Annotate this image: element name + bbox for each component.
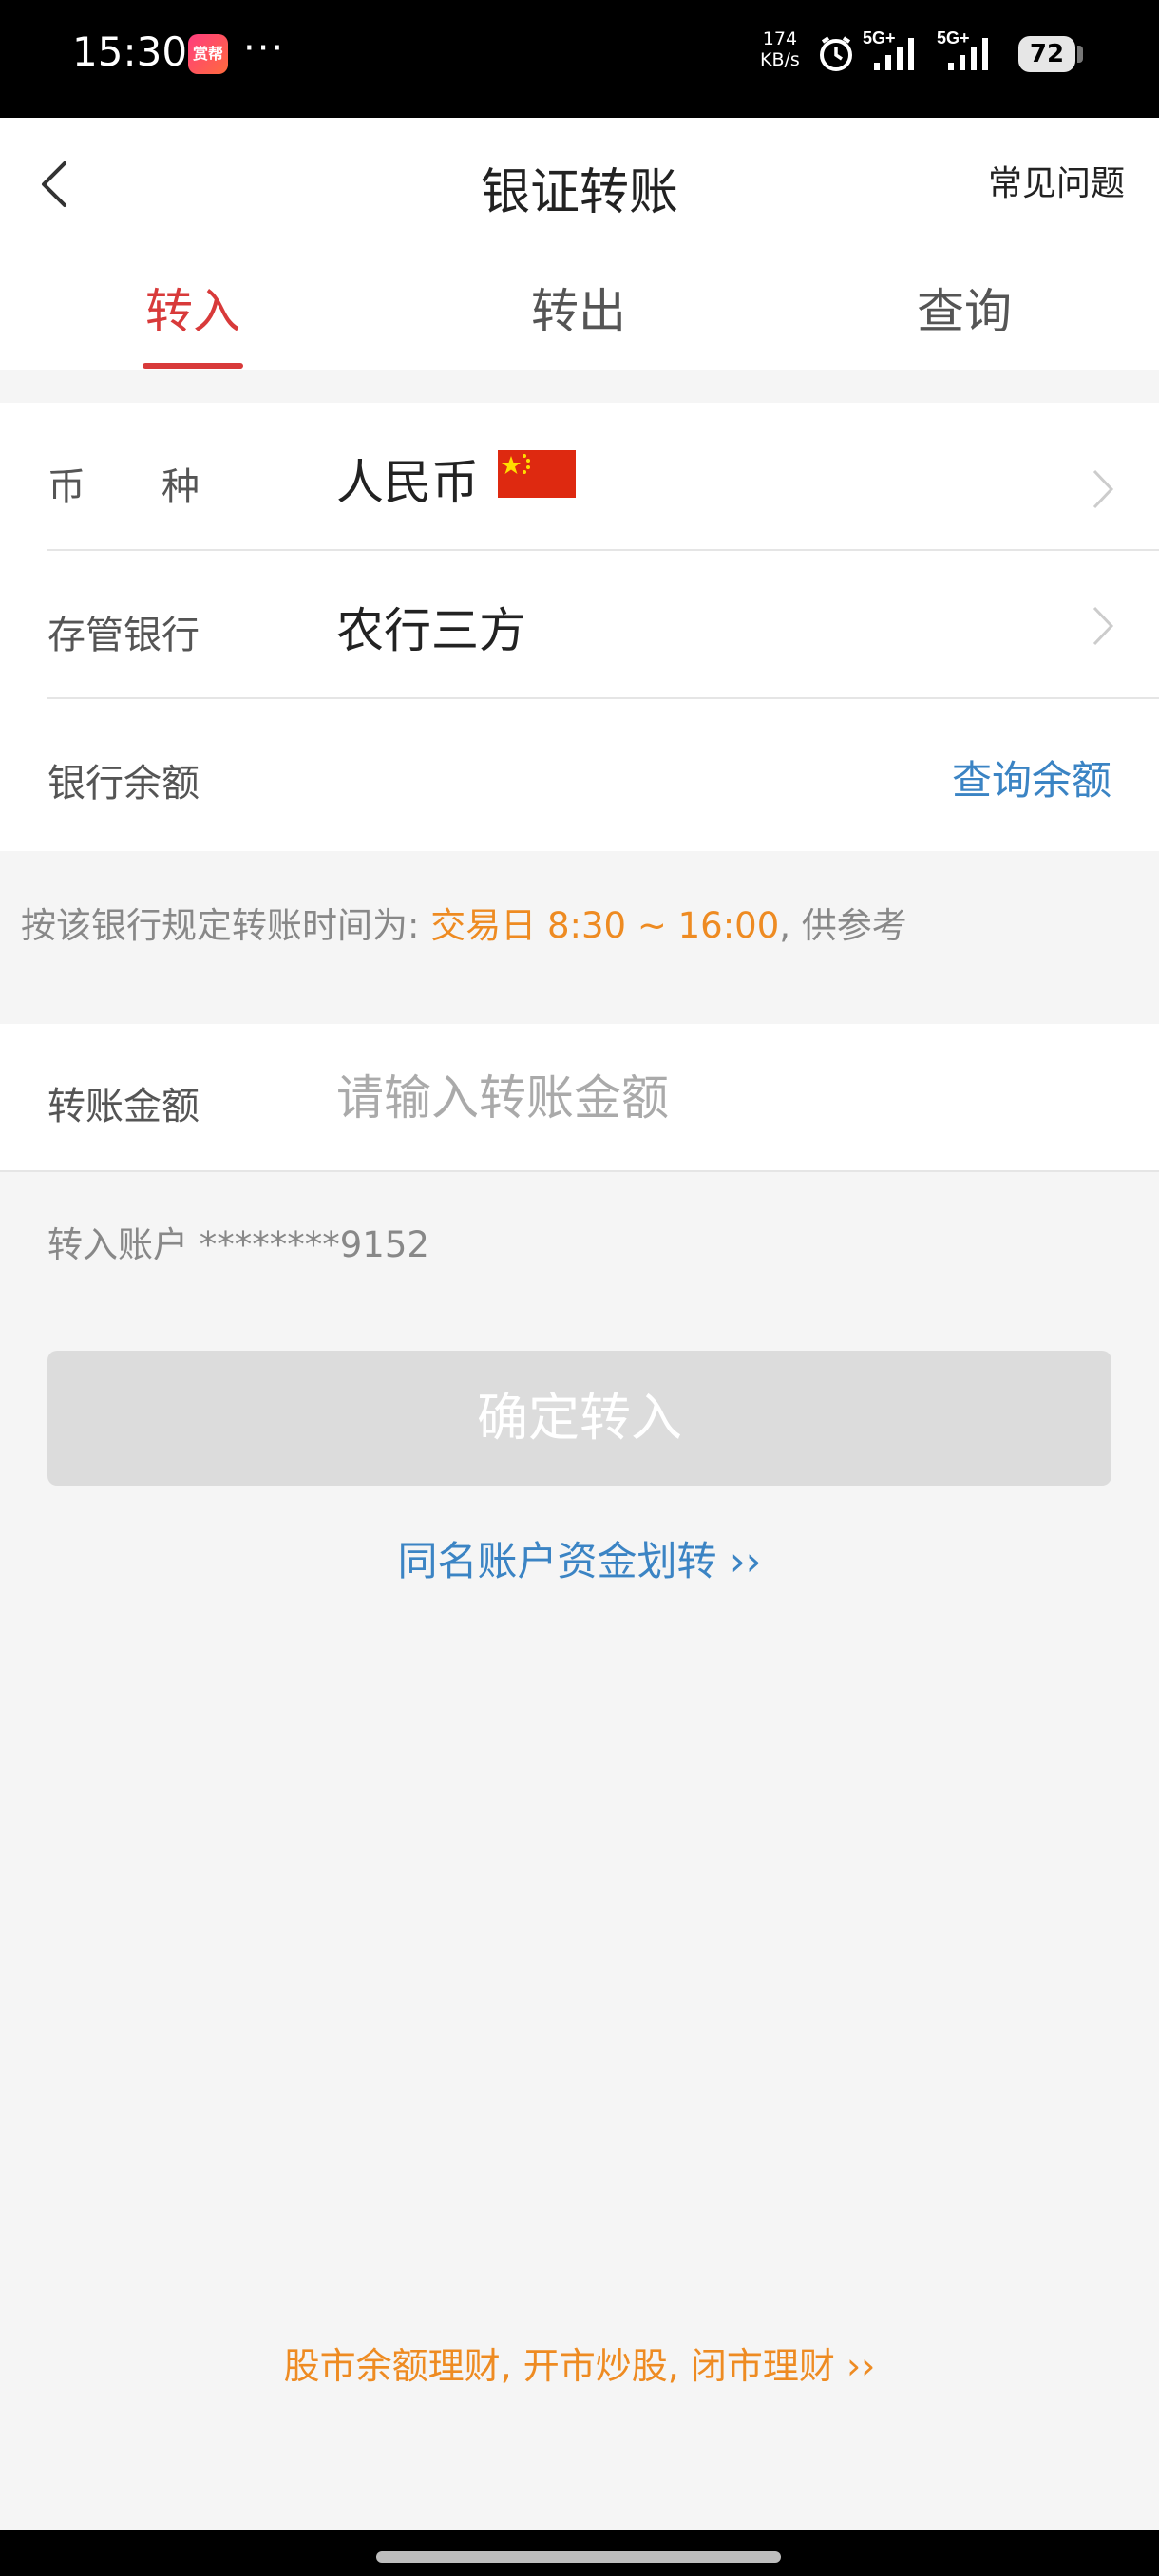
amount-input[interactable] xyxy=(336,1062,1096,1134)
network-speed-unit: KB/s xyxy=(760,49,800,70)
signal-label: 5G+ xyxy=(863,28,896,47)
page-title: 银证转账 xyxy=(480,164,678,221)
active-tab-indicator xyxy=(142,363,243,369)
amount-row: 转账金额 xyxy=(0,1024,1159,1172)
currency-value: 人民币 xyxy=(336,455,479,510)
tab-bar: 转入 转出 查询 xyxy=(0,251,1159,370)
amount-label: 转账金额 xyxy=(48,1085,200,1128)
battery-tip xyxy=(1077,46,1083,63)
china-flag-icon xyxy=(498,450,576,498)
balance-finance-promo-link[interactable]: 股市余额理财, 开市炒股, 闭市理财 ›› xyxy=(0,2337,1159,2389)
transfer-form: 币 种 人民币 存管银行 农行三方 银行余额 查询余额 xyxy=(0,403,1159,851)
tab-transfer-in[interactable]: 转入 xyxy=(0,274,386,342)
tab-transfer-out[interactable]: 转出 xyxy=(386,274,771,342)
signal-5g-icon: 5G+ xyxy=(937,28,988,70)
signal-5g-icon: 5G+ xyxy=(863,28,914,70)
same-name-transfer-link[interactable]: 同名账户资金划转 ›› xyxy=(0,1529,1159,1587)
transfer-account: 转入账户 ********9152 xyxy=(48,1224,429,1265)
notice-suffix: , 供参考 xyxy=(779,905,907,946)
currency-row[interactable]: 币 种 人民币 xyxy=(0,403,1159,551)
status-time: 15:30 xyxy=(72,28,188,75)
bank-value: 农行三方 xyxy=(336,603,526,658)
transfer-time-notice: 按该银行规定转账时间为: 交易日 8:30 ~ 16:00, 供参考 xyxy=(21,897,907,948)
status-bar: 15:30 赏帮 ··· 174 KB/s 5G+ 5G+ 72 xyxy=(0,0,1159,118)
app-notification-icon: 赏帮 xyxy=(188,34,228,74)
more-notifications-icon: ··· xyxy=(243,27,286,70)
bank-row[interactable]: 存管银行 农行三方 xyxy=(0,551,1159,699)
chevron-right-icon xyxy=(1092,606,1114,646)
faq-link[interactable]: 常见问题 xyxy=(988,156,1125,205)
app-header: 银证转账 常见问题 xyxy=(0,118,1159,251)
tab-query[interactable]: 查询 xyxy=(771,274,1157,342)
balance-row: 银行余额 查询余额 xyxy=(0,699,1159,851)
network-speed-value: 174 xyxy=(762,28,798,49)
balance-label: 银行余额 xyxy=(48,762,200,805)
chevron-right-icon xyxy=(1092,469,1114,509)
alarm-icon xyxy=(820,36,852,71)
signal-label: 5G+ xyxy=(937,28,970,47)
confirm-transfer-button[interactable]: 确定转入 xyxy=(48,1351,1112,1486)
notice-prefix: 按该银行规定转账时间为: xyxy=(21,905,431,946)
network-speed: 174 KB/s xyxy=(760,28,800,70)
bank-label: 存管银行 xyxy=(48,614,200,657)
currency-label: 币 种 xyxy=(48,465,200,509)
notice-highlight: 交易日 8:30 ~ 16:00 xyxy=(430,905,780,946)
battery-icon: 72 xyxy=(1018,36,1075,72)
query-balance-link[interactable]: 查询余额 xyxy=(952,748,1112,806)
home-indicator[interactable] xyxy=(376,2551,781,2563)
